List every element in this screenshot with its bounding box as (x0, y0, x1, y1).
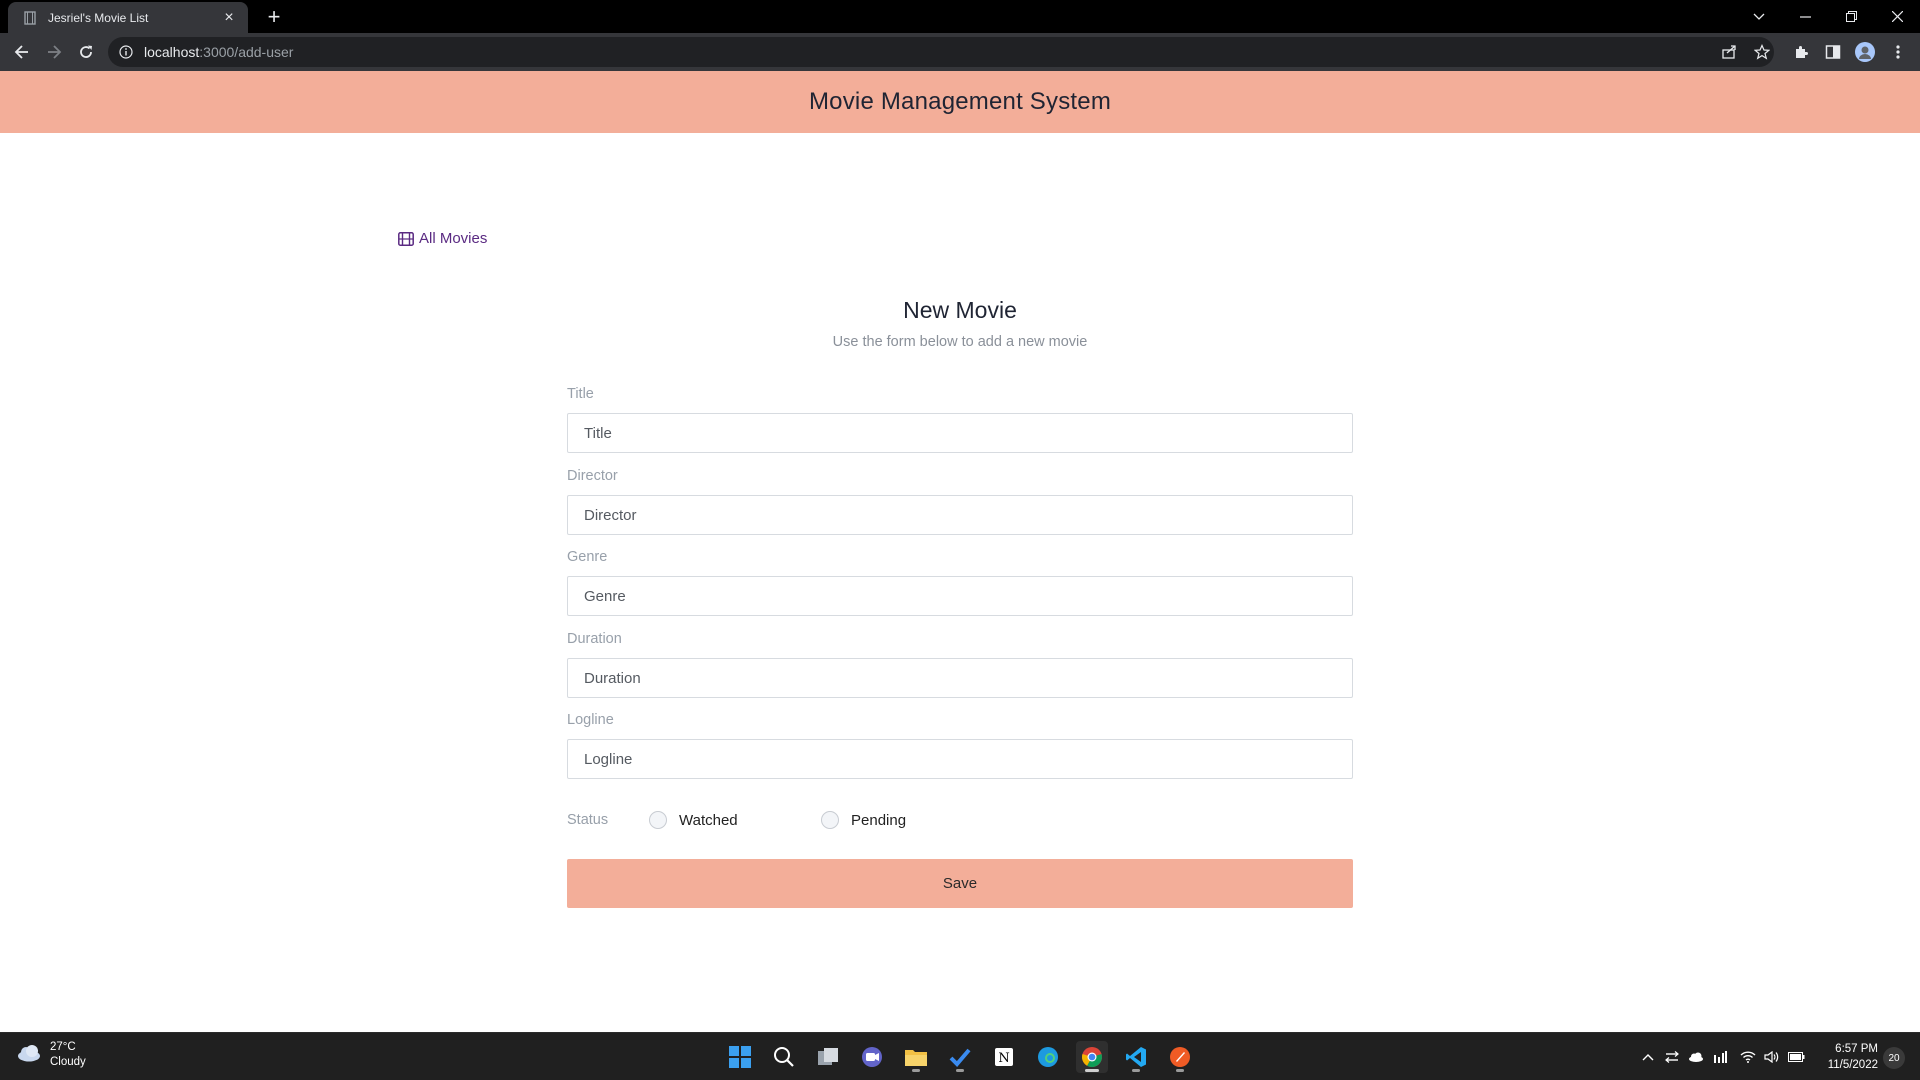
form-subheading: Use the form below to add a new movie (832, 334, 1088, 350)
app-title: Movie Management System (808, 88, 1112, 115)
genre-input[interactable] (567, 576, 1353, 616)
running-indicator (1176, 1069, 1184, 1072)
postman-icon[interactable] (1164, 1041, 1196, 1073)
film-icon (398, 231, 414, 246)
minimize-icon[interactable] (1782, 0, 1828, 33)
status-row: Status Watched Pending (567, 810, 906, 830)
pending-radio[interactable] (821, 811, 839, 829)
clock-time: 6:57 PM (1835, 1043, 1878, 1055)
vscode-icon[interactable] (1120, 1041, 1152, 1073)
new-tab-button[interactable]: + (260, 4, 288, 30)
side-panel-icon[interactable] (1823, 42, 1843, 62)
director-input[interactable] (567, 495, 1353, 535)
battery-icon[interactable] (1787, 1048, 1805, 1066)
save-button[interactable]: Save (567, 859, 1353, 908)
share-icon[interactable] (1719, 42, 1739, 62)
watched-radio[interactable] (649, 811, 667, 829)
browser-toolbar: localhost:3000/add-user (0, 33, 1920, 71)
system-clock[interactable]: 6:57 PM 11/5/2022 (1810, 1041, 1878, 1073)
taskbar: 27°C Cloudy N 6:57 PM 11/5/2022 20 (0, 1032, 1920, 1080)
cloud-icon (16, 1044, 42, 1067)
url-host: localhost (144, 44, 200, 60)
svg-text:N: N (998, 1051, 1009, 1066)
new-movie-form: New Movie Use the form below to add a ne… (567, 290, 1353, 908)
duration-label: Duration (567, 631, 622, 647)
weather-temp: 27°C (50, 1041, 76, 1053)
tab-close-icon[interactable]: × (220, 9, 238, 27)
extensions-puzzle-icon[interactable] (1791, 42, 1811, 62)
weather-desc: Cloudy (50, 1056, 86, 1068)
restore-icon[interactable] (1828, 0, 1874, 33)
todo-icon[interactable] (944, 1041, 976, 1073)
close-window-icon[interactable] (1874, 0, 1920, 33)
task-view-icon[interactable] (812, 1041, 844, 1073)
bookmark-star-icon[interactable] (1752, 42, 1772, 62)
chrome-icon[interactable] (1076, 1041, 1108, 1073)
reload-icon[interactable] (72, 38, 100, 66)
url-path: :3000/add-user (199, 44, 294, 60)
weather-widget[interactable]: 27°C Cloudy (16, 1040, 86, 1070)
teams-chat-icon[interactable] (856, 1041, 888, 1073)
title-input[interactable] (567, 413, 1353, 453)
running-indicator (912, 1069, 920, 1072)
notion-icon[interactable]: N (988, 1041, 1020, 1073)
start-button[interactable] (724, 1041, 756, 1073)
transfer-arrows-icon[interactable] (1663, 1048, 1681, 1066)
status-label: Status (567, 812, 609, 828)
address-bar[interactable]: localhost:3000/add-user (108, 37, 1774, 67)
form-heading: New Movie (903, 297, 1017, 323)
title-label: Title (567, 386, 594, 402)
back-arrow-icon[interactable] (8, 38, 36, 66)
running-indicator (1085, 1069, 1099, 1072)
logline-label: Logline (567, 712, 614, 728)
browser-tab-active[interactable]: Jesriel's Movie List × (8, 2, 248, 33)
tab-title: Jesriel's Movie List (48, 10, 149, 25)
running-indicator (956, 1069, 964, 1072)
pending-radio-label[interactable]: Pending (851, 812, 906, 829)
clock-date: 11/5/2022 (1827, 1059, 1878, 1071)
profile-avatar-icon[interactable] (1855, 42, 1875, 62)
wifi-icon[interactable] (1739, 1048, 1757, 1066)
tab-search-icon[interactable] (1736, 0, 1782, 33)
all-movies-label: All Movies (419, 230, 488, 247)
onedrive-cloud-icon[interactable] (1687, 1048, 1705, 1066)
logline-input[interactable] (567, 739, 1353, 779)
director-label: Director (567, 468, 618, 484)
notification-badge[interactable]: 20 (1883, 1047, 1905, 1069)
film-favicon-icon (22, 10, 38, 26)
duration-input[interactable] (567, 658, 1353, 698)
app-header: Movie Management System (0, 71, 1920, 133)
show-hidden-icons-chevron-up-icon[interactable] (1639, 1048, 1657, 1066)
genre-label: Genre (567, 549, 608, 565)
watched-radio-label[interactable]: Watched (679, 812, 821, 829)
search-icon[interactable] (768, 1041, 800, 1073)
signal-bars-icon[interactable] (1711, 1048, 1729, 1066)
browser-menu-icon[interactable] (1888, 42, 1908, 62)
volume-icon[interactable] (1763, 1048, 1781, 1066)
running-indicator (1132, 1069, 1140, 1072)
all-movies-link[interactable]: All Movies (398, 230, 487, 247)
site-info-icon[interactable] (118, 44, 134, 60)
browser-tabstrip: Jesriel's Movie List × + (0, 0, 1920, 33)
file-explorer-icon[interactable] (900, 1041, 932, 1073)
forward-arrow-icon[interactable] (40, 38, 68, 66)
edge-icon[interactable] (1032, 1041, 1064, 1073)
